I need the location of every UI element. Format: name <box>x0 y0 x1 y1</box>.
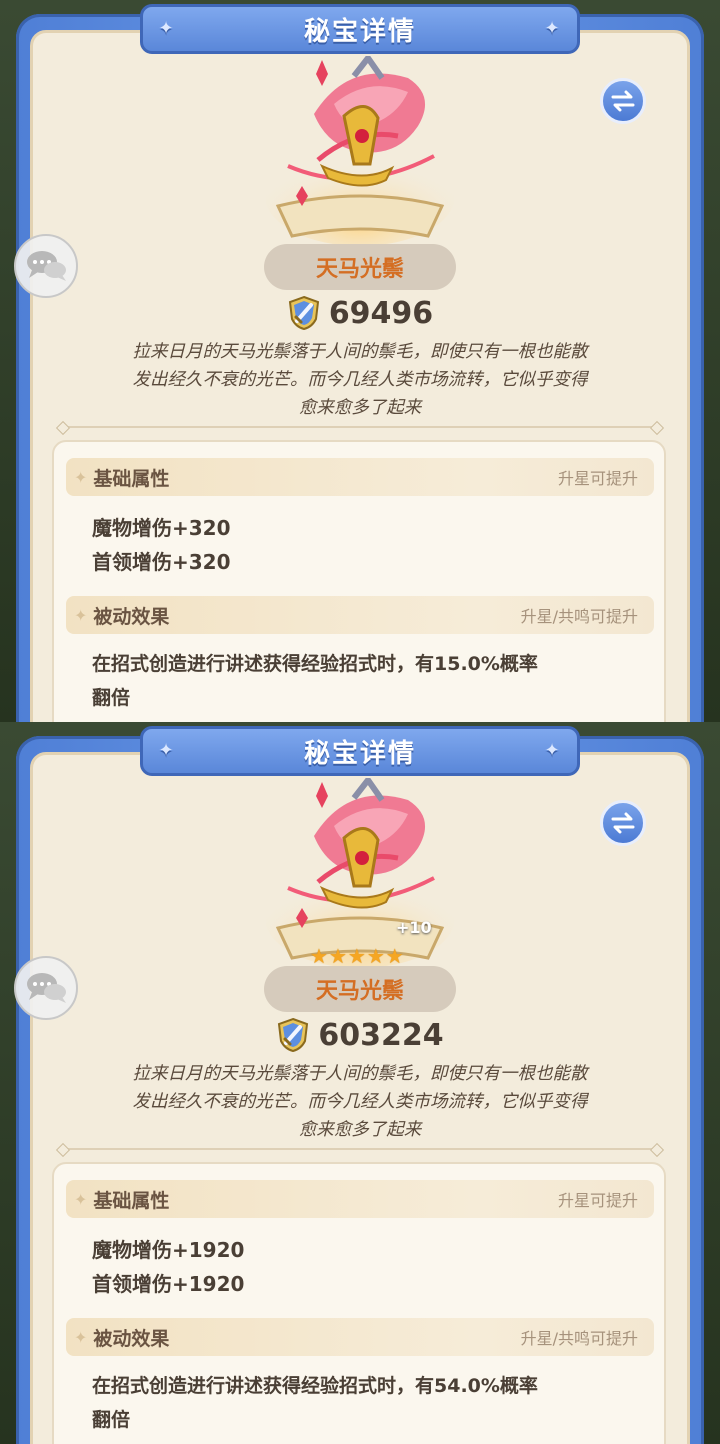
sparkle-icon: ✦ <box>74 605 88 625</box>
item-description: 拉来日月的天马光鬃落于人间的鬃毛，即使只有一根也能散 发出经久不衰的光芒。而今几… <box>80 338 640 422</box>
chat-bubbles-icon <box>27 251 66 281</box>
description-line: 发出经久不衰的光芒。而今几经人类市场流转，它似乎变得 <box>132 1092 588 1112</box>
chat-button[interactable] <box>14 234 78 298</box>
chat-button[interactable] <box>14 956 78 1020</box>
passive-effect-title: 被动效果 <box>93 605 170 628</box>
star-icon: ★ <box>366 944 385 968</box>
passive-effect-header: ✦ 被动效果 升星/共鸣可提升 <box>66 596 654 634</box>
sparkle-icon: ✦ <box>74 1327 88 1347</box>
swap-arrows-icon <box>611 90 635 112</box>
star-rating: ★ ★ ★ ★ ★ <box>310 944 404 968</box>
banner-ornament-icon: ✦ <box>544 740 562 761</box>
swap-button[interactable] <box>600 800 646 846</box>
passive-effect-title: 被动效果 <box>93 1327 170 1350</box>
passive-effect-line: 在招式创造进行讲述获得经验招式时，有54.0%概率 <box>92 1375 538 1397</box>
item-name-plate: 天马光鬃 <box>264 966 456 1012</box>
treasure-detail-panel-upgraded: ✦ 秘宝详情 ✦ +10 ★ ★ ★ ★ ★ 天马光鬃 603224 拉来日月的… <box>0 722 720 1444</box>
star-icon: ★ <box>385 944 404 968</box>
chat-bubbles-icon <box>27 973 66 1003</box>
power-row: 603224 <box>0 1014 720 1056</box>
item-description: 拉来日月的天马光鬃落于人间的鬃毛，即使只有一根也能散 发出经久不衰的光芒。而今几… <box>80 1060 640 1144</box>
star-icon: ★ <box>328 944 347 968</box>
shield-sword-icon <box>288 295 319 331</box>
item-name: 天马光鬃 <box>315 257 404 282</box>
item-artwork <box>258 52 462 246</box>
enhance-level-badge: +10 <box>396 918 432 937</box>
title-banner: ✦ 秘宝详情 ✦ <box>140 4 580 54</box>
passive-effect-header: ✦ 被动效果 升星/共鸣可提升 <box>66 1318 654 1356</box>
stat-monster-damage: 魔物增伤+1920 <box>92 1238 245 1262</box>
description-line: 愈来愈多了起来 <box>298 1120 422 1140</box>
attribute-box: ✦ 基础属性 升星可提升 魔物增伤+320 首领增伤+320 ✦ 被动效果 升星… <box>52 440 666 722</box>
passive-effect-line: 在招式创造进行讲述获得经验招式时，有15.0%概率 <box>92 653 538 675</box>
item-name: 天马光鬃 <box>315 979 404 1004</box>
sparkle-icon: ✦ <box>74 1189 88 1209</box>
passive-effect-text: 在招式创造进行讲述获得经验招式时，有54.0%概率 翻倍 <box>92 1369 632 1437</box>
passive-effect-hint: 升星/共鸣可提升 <box>520 1329 638 1348</box>
basic-attributes-header: ✦ 基础属性 升星可提升 <box>66 458 654 496</box>
description-line: 拉来日月的天马光鬃落于人间的鬃毛，即使只有一根也能散 <box>132 342 588 362</box>
stat-boss-damage: 首领增伤+1920 <box>92 1272 245 1296</box>
shield-sword-icon <box>278 1017 309 1053</box>
star-icon: ★ <box>310 944 328 968</box>
passive-effect-hint: 升星/共鸣可提升 <box>520 607 638 626</box>
power-value: 69496 <box>328 295 434 331</box>
item-artwork: +10 ★ ★ ★ ★ ★ <box>258 774 462 968</box>
banner-ornament-icon: ✦ <box>544 18 562 39</box>
passive-effect-line: 翻倍 <box>92 1409 131 1431</box>
star-icon: ★ <box>347 944 366 968</box>
basic-attributes-header: ✦ 基础属性 升星可提升 <box>66 1180 654 1218</box>
treasure-detail-panel: ✦ 秘宝详情 ✦ 天马光鬃 69496 拉来日月的天马光鬃落于人间的鬃毛，即使只… <box>0 0 720 722</box>
passive-effect-line: 翻倍 <box>92 687 131 709</box>
stat-boss-damage: 首领增伤+320 <box>92 550 231 574</box>
treasure-item-icon <box>265 52 455 246</box>
page-title: 秘宝详情 <box>303 738 416 769</box>
description-line: 发出经久不衰的光芒。而今几经人类市场流转，它似乎变得 <box>132 370 588 390</box>
title-banner: ✦ 秘宝详情 ✦ <box>140 726 580 776</box>
power-row: 69496 <box>0 292 720 334</box>
page-title: 秘宝详情 <box>303 16 416 47</box>
description-line: 拉来日月的天马光鬃落于人间的鬃毛，即使只有一根也能散 <box>132 1064 588 1084</box>
treasure-item-icon <box>265 774 455 968</box>
basic-attributes-title: 基础属性 <box>93 467 170 490</box>
basic-attributes-hint: 升星可提升 <box>557 1191 638 1210</box>
description-line: 愈来愈多了起来 <box>298 398 422 418</box>
basic-attributes-hint: 升星可提升 <box>557 469 638 488</box>
divider <box>62 1148 658 1150</box>
stat-monster-damage: 魔物增伤+320 <box>92 516 231 540</box>
divider <box>62 426 658 428</box>
sparkle-icon: ✦ <box>74 467 88 487</box>
passive-effect-text: 在招式创造进行讲述获得经验招式时，有15.0%概率 翻倍 <box>92 647 632 715</box>
banner-ornament-icon: ✦ <box>158 18 176 39</box>
basic-attributes-title: 基础属性 <box>93 1189 170 1212</box>
power-value: 603224 <box>318 1017 444 1053</box>
attribute-box: ✦ 基础属性 升星可提升 魔物增伤+1920 首领增伤+1920 ✦ 被动效果 … <box>52 1162 666 1444</box>
swap-arrows-icon <box>611 812 635 834</box>
item-name-plate: 天马光鬃 <box>264 244 456 290</box>
banner-ornament-icon: ✦ <box>158 740 176 761</box>
swap-button[interactable] <box>600 78 646 124</box>
